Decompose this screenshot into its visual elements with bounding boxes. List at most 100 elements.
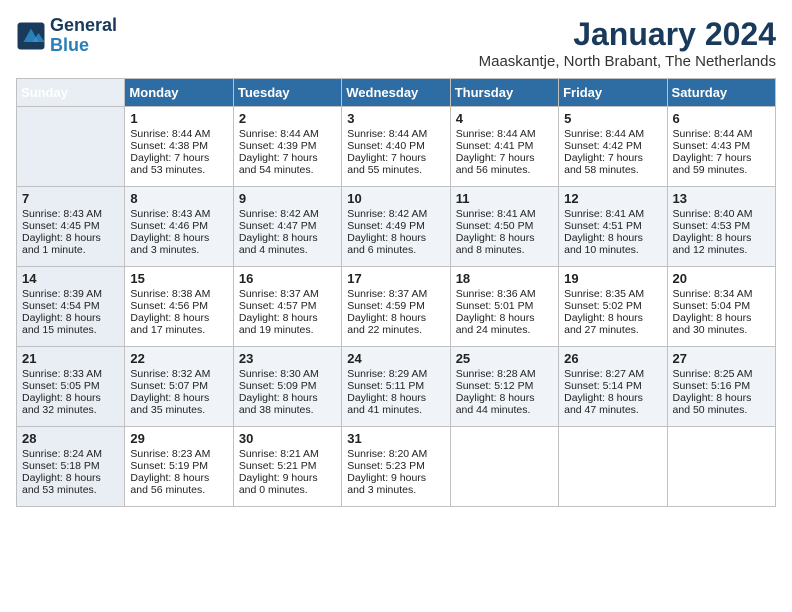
daylight-hours: Daylight: 9 hours and 0 minutes. (239, 472, 336, 496)
sunrise-time: Sunrise: 8:42 AM (239, 208, 336, 220)
day-number: 20 (673, 271, 770, 286)
calendar-cell: 10Sunrise: 8:42 AMSunset: 4:49 PMDayligh… (342, 187, 450, 267)
day-number: 4 (456, 111, 553, 126)
calendar-cell (17, 107, 125, 187)
week-row-1: 1 Sunrise: 8:44 AM Sunset: 4:38 PMDaylight… (17, 107, 776, 187)
sunset-time: Sunset: 5:14 PM (564, 380, 661, 392)
calendar-cell: 31Sunrise: 8:20 AMSunset: 5:23 PMDayligh… (342, 427, 450, 507)
column-header-monday: Monday (125, 79, 233, 107)
daylight-hours: Daylight: 8 hours and 4 minutes. (239, 232, 336, 256)
sunset-time: Sunset: 4:50 PM (456, 220, 553, 232)
column-header-friday: Friday (559, 79, 667, 107)
day-number: 16 (239, 271, 336, 286)
day-number: 3 (347, 111, 444, 126)
page-header: General Blue January 2024 Maaskantje, No… (16, 16, 776, 70)
logo-line2: Blue (50, 35, 89, 55)
sunrise-time: Sunrise: 8:40 AM (673, 208, 770, 220)
column-header-tuesday: Tuesday (233, 79, 341, 107)
day-number: 9 (239, 191, 336, 206)
sunset-time: Sunset: 5:18 PM (22, 460, 119, 472)
day-number: 15 (130, 271, 227, 286)
calendar-cell (559, 427, 667, 507)
day-number: 23 (239, 351, 336, 366)
week-row-2: 7Sunrise: 8:43 AMSunset: 4:45 PMDaylight… (17, 187, 776, 267)
sunset-time: Sunset: 4:56 PM (130, 300, 227, 312)
calendar-cell: 14Sunrise: 8:39 AMSunset: 4:54 PMDayligh… (17, 267, 125, 347)
sunrise-time: Sunrise: 8:44 AM (564, 128, 661, 140)
sunset-time: Sunset: 4:43 PM (673, 140, 770, 152)
calendar-cell: 2Sunrise: 8:44 AMSunset: 4:39 PMDaylight… (233, 107, 341, 187)
sunrise-time: Sunrise: 8:34 AM (673, 288, 770, 300)
sunrise-time: Sunrise: 8:37 AM (239, 288, 336, 300)
day-number: 28 (22, 431, 119, 446)
daylight-hours: Daylight: 8 hours and 41 minutes. (347, 392, 444, 416)
daylight-hours: Daylight: 8 hours and 10 minutes. (564, 232, 661, 256)
sunrise-time: Sunrise: 8:27 AM (564, 368, 661, 380)
daylight-hours: Daylight: 8 hours and 12 minutes. (673, 232, 770, 256)
day-number: 31 (347, 431, 444, 446)
sunset-time: Sunset: 4:47 PM (239, 220, 336, 232)
sunset-time: Sunset: 5:04 PM (673, 300, 770, 312)
calendar-cell: 19Sunrise: 8:35 AMSunset: 5:02 PMDayligh… (559, 267, 667, 347)
sunrise-time: Sunrise: 8:32 AM (130, 368, 227, 380)
sunrise-time: Sunrise: 8:43 AM (22, 208, 119, 220)
sunrise-time: Sunrise: 8:44 AM (456, 128, 553, 140)
sunset-time: Sunset: 4:39 PM (239, 140, 336, 152)
daylight-hours: Daylight: 8 hours and 30 minutes. (673, 312, 770, 336)
daylight-hours: Daylight: 8 hours and 8 minutes. (456, 232, 553, 256)
sunrise-time: Sunrise: 8:41 AM (564, 208, 661, 220)
calendar-cell: 26 Sunrise: 8:27 AMSunset: 5:14 PMDayligh… (559, 347, 667, 427)
column-header-saturday: Saturday (667, 79, 775, 107)
day-number: 11 (456, 191, 553, 206)
calendar-cell (450, 427, 558, 507)
daylight-hours: Daylight: 8 hours and 17 minutes. (130, 312, 227, 336)
day-number: 17 (347, 271, 444, 286)
day-number: 1 (130, 111, 227, 126)
daylight-hours: Daylight: 8 hours and 47 minutes. (564, 392, 661, 416)
column-header-wednesday: Wednesday (342, 79, 450, 107)
sunrise-time: Sunrise: 8:36 AM (456, 288, 553, 300)
daylight-hours: Daylight: 8 hours and 38 minutes. (239, 392, 336, 416)
daylight-hours: Daylight: 8 hours and 44 minutes. (456, 392, 553, 416)
sunset-time: Sunset: 5:12 PM (456, 380, 553, 392)
sunrise-time: Sunrise: 8:43 AM (130, 208, 227, 220)
calendar-cell: 13 Sunrise: 8:40 AMSunset: 4:53 PMDayligh… (667, 187, 775, 267)
sunrise-time: Sunrise: 8:23 AM (130, 448, 227, 460)
sunset-time: Sunset: 5:01 PM (456, 300, 553, 312)
calendar-cell: 15Sunrise: 8:38 AMSunset: 4:56 PMDayligh… (125, 267, 233, 347)
logo-text: General Blue (50, 16, 117, 56)
daylight-hours: Daylight: 7 hours and 53 minutes. (130, 152, 227, 176)
daylight-hours: Daylight: 8 hours and 56 minutes. (130, 472, 227, 496)
logo-line1: General (50, 16, 117, 36)
daylight-hours: Daylight: 8 hours and 6 minutes. (347, 232, 444, 256)
daylight-hours: Daylight: 8 hours and 3 minutes. (130, 232, 227, 256)
day-number: 2 (239, 111, 336, 126)
day-number: 19 (564, 271, 661, 286)
calendar-cell: 28Sunrise: 8:24 AMSunset: 5:18 PMDayligh… (17, 427, 125, 507)
day-number: 30 (239, 431, 336, 446)
sunrise-time: Sunrise: 8:30 AM (239, 368, 336, 380)
calendar-cell: 21Sunrise: 8:33 AMSunset: 5:05 PMDayligh… (17, 347, 125, 427)
calendar-cell: 11Sunrise: 8:41 AMSunset: 4:50 PMDayligh… (450, 187, 558, 267)
sunrise-time: Sunrise: 8:44 AM (239, 128, 336, 140)
sunrise-time: Sunrise: 8:44 AM (673, 128, 770, 140)
calendar-cell: 16Sunrise: 8:37 AMSunset: 4:57 PMDayligh… (233, 267, 341, 347)
sunset-time: Sunset: 4:40 PM (347, 140, 444, 152)
sunset-time: Sunset: 4:59 PM (347, 300, 444, 312)
day-number: 24 (347, 351, 444, 366)
day-number: 21 (22, 351, 119, 366)
sunset-time: Sunset: 4:38 PM (130, 140, 227, 152)
sunrise-time: Sunrise: 8:42 AM (347, 208, 444, 220)
daylight-hours: Daylight: 8 hours and 27 minutes. (564, 312, 661, 336)
month-title: January 2024 (479, 16, 776, 53)
daylight-hours: Daylight: 8 hours and 24 minutes. (456, 312, 553, 336)
sunset-time: Sunset: 4:54 PM (22, 300, 119, 312)
sunrise-time: Sunrise: 8:28 AM (456, 368, 553, 380)
sunrise-time: Sunrise: 8:24 AM (22, 448, 119, 460)
calendar-cell: 27Sunrise: 8:25 AMSunset: 5:16 PMDayligh… (667, 347, 775, 427)
day-number: 13 (673, 191, 770, 206)
daylight-hours: Daylight: 9 hours and 3 minutes. (347, 472, 444, 496)
sunset-time: Sunset: 4:53 PM (673, 220, 770, 232)
day-number: 26 (564, 351, 661, 366)
calendar-table: SundayMondayTuesdayWednesdayThursdayFrid… (16, 78, 776, 507)
